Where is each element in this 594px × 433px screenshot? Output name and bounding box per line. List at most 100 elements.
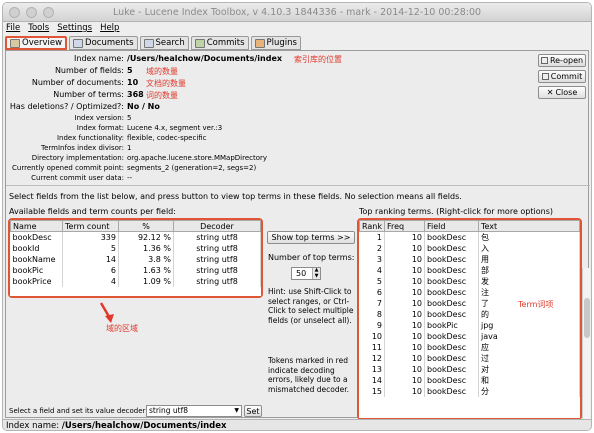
terms-scrollbar[interactable] <box>582 268 590 421</box>
commit-button[interactable]: Commit <box>538 70 586 83</box>
term-row[interactable]: 3 10 bookDesc 用 <box>359 254 580 265</box>
close-button[interactable]: ✕ Close <box>538 86 586 99</box>
col-freq[interactable]: Freq <box>384 220 425 232</box>
tab-documents[interactable]: Documents <box>69 36 138 50</box>
term-row[interactable]: 12 10 bookDesc 过 <box>359 353 580 364</box>
scrollbar-thumb[interactable] <box>584 298 590 338</box>
field-cell: string utf8 <box>173 275 261 287</box>
field-row[interactable]: bookId 5 1.36 % string utf8 <box>10 242 261 254</box>
fields-value: 5 <box>127 66 133 75</box>
field-row[interactable]: bookDesc 339 92.12 % string utf8 <box>10 231 261 243</box>
term-row[interactable]: 2 10 bookDesc 入 <box>359 243 580 254</box>
term-row[interactable]: 4 10 bookDesc 部 <box>359 265 580 276</box>
show-top-terms-button[interactable]: Show top terms >> <box>267 231 355 244</box>
field-row[interactable]: bookPic 6 1.63 % string utf8 <box>10 264 261 276</box>
term-cell: bookDesc <box>424 309 479 320</box>
annotation-field-count: 域的数量 <box>146 67 178 76</box>
close-icon: ✕ <box>546 88 554 97</box>
reopen-button[interactable]: Re-open <box>538 54 586 67</box>
home-icon <box>10 38 20 48</box>
term-cell: 10 <box>384 276 425 287</box>
term-cell: 4 <box>359 265 385 276</box>
term-cell: 发 <box>478 276 580 287</box>
documents-value: 10 <box>127 78 139 87</box>
term-cell: 1 <box>359 231 385 243</box>
field-cell: 1.36 % <box>118 242 174 254</box>
term-cell: 对 <box>478 364 580 375</box>
tab-search[interactable]: Search <box>139 36 189 50</box>
term-cell: 10 <box>384 287 425 298</box>
term-cell: bookDesc <box>424 364 479 375</box>
term-row[interactable]: 1 10 bookDesc 包 <box>359 231 580 243</box>
term-cell: 10 <box>384 254 425 265</box>
term-cell: 的 <box>478 309 580 320</box>
format-label: Index format: <box>76 124 124 132</box>
term-row[interactable]: 13 10 bookDesc 对 <box>359 364 580 375</box>
term-cell: 10 <box>384 375 425 386</box>
term-row[interactable]: 8 10 bookDesc 的 <box>359 309 580 320</box>
term-row[interactable]: 5 10 bookDesc 发 <box>359 276 580 287</box>
decoder-select[interactable]: string utf8 ▼ <box>146 405 242 417</box>
term-cell: 部 <box>478 265 580 276</box>
menu-help[interactable]: Help <box>100 22 119 35</box>
term-row[interactable]: 14 10 bookDesc 和 <box>359 375 580 386</box>
term-row[interactable]: 9 10 bookPic jpg <box>359 320 580 331</box>
term-cell: 10 <box>359 331 385 342</box>
term-cell: 11 <box>359 342 385 353</box>
term-cell: 10 <box>384 342 425 353</box>
menu-settings[interactable]: Settings <box>57 22 92 35</box>
set-decoder-button[interactable]: Set <box>244 405 262 417</box>
menu-tools[interactable]: Tools <box>28 22 49 35</box>
field-cell: bookName <box>10 253 63 265</box>
tab-plugins[interactable]: Plugins <box>250 36 301 50</box>
term-row[interactable]: 11 10 bookDesc 应 <box>359 342 580 353</box>
col-text[interactable]: Text <box>478 220 580 232</box>
maximize-window-icon[interactable] <box>43 7 54 18</box>
term-cell: 9 <box>359 320 385 331</box>
terms-label: Number of terms: <box>53 90 124 99</box>
col-percent[interactable]: % <box>118 220 174 232</box>
col-field[interactable]: Field <box>424 220 479 232</box>
term-row[interactable]: 10 10 bookDesc java <box>359 331 580 342</box>
tab-overview[interactable]: Overview <box>5 36 68 50</box>
app-window: Luke - Lucene Index Toolbox, v 4.10.3 18… <box>2 2 592 431</box>
plugins-icon <box>254 38 265 48</box>
field-row[interactable]: bookPrice 4 1.09 % string utf8 <box>10 275 261 287</box>
fields-panel-title: Available fields and term counts per fie… <box>9 207 176 216</box>
term-row[interactable]: 15 10 bookDesc 分 <box>359 386 580 397</box>
annotation-term-items: Term词项 <box>518 300 554 309</box>
field-row[interactable]: bookName 14 3.8 % string utf8 <box>10 253 261 265</box>
field-cell: bookDesc <box>10 231 63 243</box>
field-cell: 1.63 % <box>118 264 174 276</box>
col-rank[interactable]: Rank <box>359 220 385 232</box>
col-decoder[interactable]: Decoder <box>173 220 261 232</box>
selection-hint: Hint: use Shift-Click to select ranges, … <box>268 287 354 325</box>
col-term-count[interactable]: Term count <box>62 220 119 232</box>
term-cell: 10 <box>384 309 425 320</box>
window-title: Luke - Lucene Index Toolbox, v 4.10.3 18… <box>112 7 482 18</box>
tab-commits[interactable]: Commits <box>190 36 249 50</box>
col-name[interactable]: Name <box>10 220 63 232</box>
term-row[interactable]: 6 10 bookDesc 注 <box>359 287 580 298</box>
term-cell: 10 <box>384 320 425 331</box>
commits-icon <box>194 38 205 48</box>
field-cell: string utf8 <box>173 253 261 265</box>
minimize-window-icon[interactable] <box>26 7 37 18</box>
status-bar: Index name: /Users/healchow/Documents/in… <box>3 419 591 430</box>
close-window-icon[interactable] <box>9 7 20 18</box>
top-terms-value[interactable]: 50 <box>296 269 306 278</box>
menu-file[interactable]: File <box>6 22 20 35</box>
spinner-arrows-icon[interactable]: ▲ ▼ <box>312 267 320 279</box>
term-cell: 5 <box>359 276 385 287</box>
field-cell: bookId <box>10 242 63 254</box>
fields-table: Name Term count % Decoder bookDesc 339 92.… <box>10 220 261 287</box>
field-cell: bookPrice <box>10 275 63 287</box>
term-cell: 8 <box>359 309 385 320</box>
term-cell: bookDesc <box>424 298 479 309</box>
field-cell: string utf8 <box>173 231 261 243</box>
decoder-label: Select a field and set its value decoder… <box>9 407 148 415</box>
dropdown-arrow-icon: ▼ <box>234 407 239 414</box>
term-cell: 和 <box>478 375 580 386</box>
top-terms-spinner[interactable]: 50 ▲ ▼ <box>291 267 321 280</box>
term-cell: 6 <box>359 287 385 298</box>
